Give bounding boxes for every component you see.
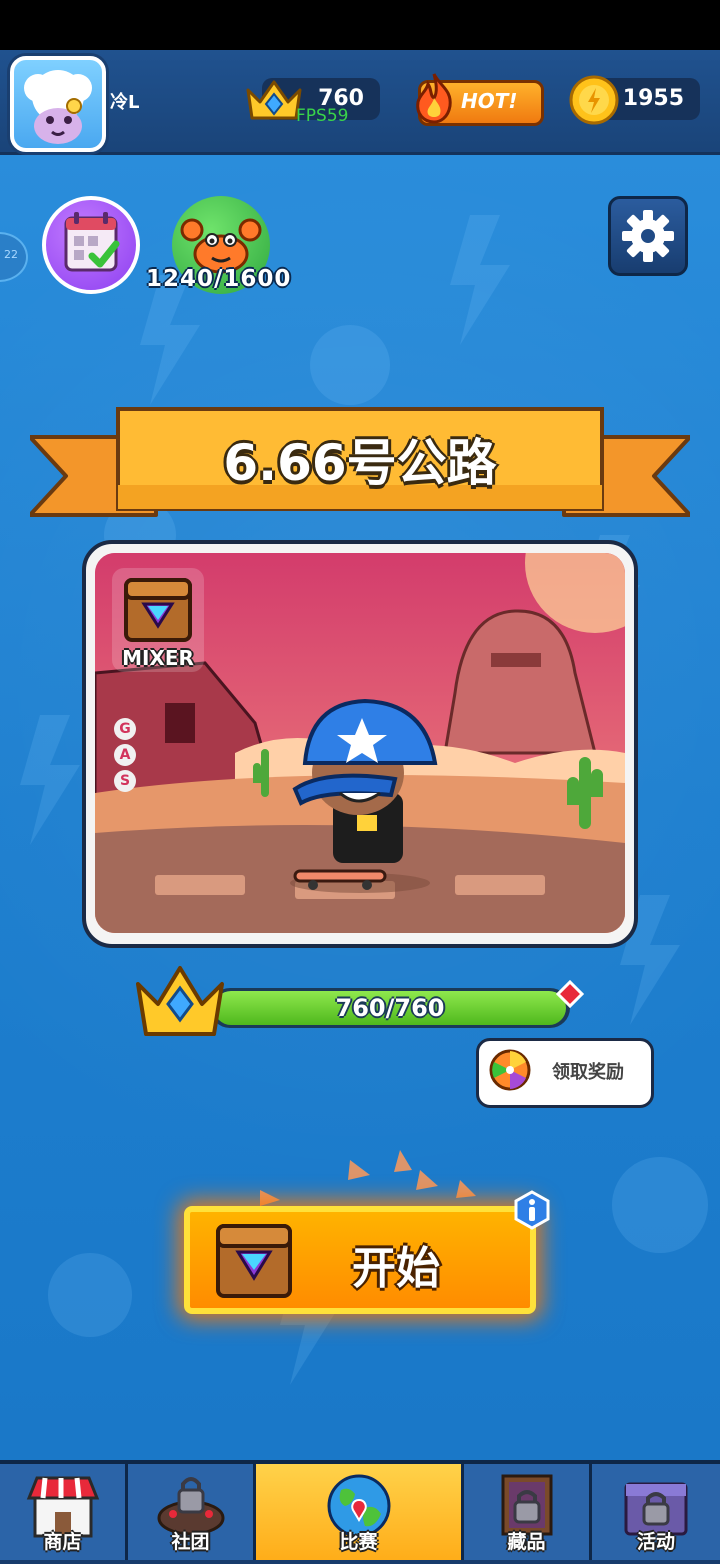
nav-collection-label: 藏品 [507, 1531, 546, 1553]
mixer-chest-icon [124, 578, 192, 642]
info-icon[interactable] [512, 1190, 552, 1230]
gas-letter: S [114, 770, 136, 792]
mixer-label: MIXER [122, 646, 194, 670]
gas-letter: A [114, 744, 136, 766]
nav-club-label: 社团 [171, 1531, 210, 1553]
coin-icon [569, 75, 619, 125]
prize-wheel-icon [489, 1049, 531, 1091]
gas-sign: G A S [114, 718, 138, 796]
side-tab-text: 22 [4, 248, 18, 261]
gas-letter: G [114, 718, 136, 740]
nav-club[interactable]: 社团 [128, 1464, 256, 1560]
trophy-crown-icon [136, 966, 224, 1036]
trophy-progress-text: 760/760 [335, 994, 445, 1022]
nav-race[interactable]: 比赛 [256, 1464, 464, 1560]
notification-dot-icon [556, 980, 584, 1008]
nav-events[interactable]: 活动 [592, 1464, 720, 1560]
avatar-character-icon [24, 70, 92, 144]
start-label: 开始 [352, 1243, 440, 1294]
settings-button[interactable] [608, 196, 688, 276]
nav-events-label: 活动 [636, 1531, 675, 1553]
crown-icon [246, 80, 302, 120]
nav-collection[interactable]: 藏品 [464, 1464, 592, 1560]
track-title: 6.66号公路 [223, 434, 497, 492]
daily-checkin-button[interactable] [42, 196, 140, 294]
hot-label: HOT! [461, 89, 518, 113]
calendar-icon [64, 212, 120, 272]
gear-icon [622, 210, 674, 262]
fps-counter: FPS59 [296, 106, 349, 126]
nav-shop-label: 商店 [43, 1531, 82, 1553]
player-avatar[interactable] [10, 56, 106, 152]
mixer-chest-icon [216, 1224, 292, 1298]
fire-icon [416, 73, 452, 124]
status-bar [0, 0, 720, 50]
crab-progress-text: 1240/1600 [146, 266, 292, 292]
nav-race-label: 比赛 [339, 1531, 378, 1553]
player-name: 冷L [110, 92, 140, 113]
coin-value: 1955 [622, 86, 684, 111]
nav-shop[interactable]: 商店 [0, 1464, 128, 1560]
sparks-decoration [260, 1150, 476, 1206]
claim-reward-label: 领取奖励 [552, 1062, 624, 1083]
